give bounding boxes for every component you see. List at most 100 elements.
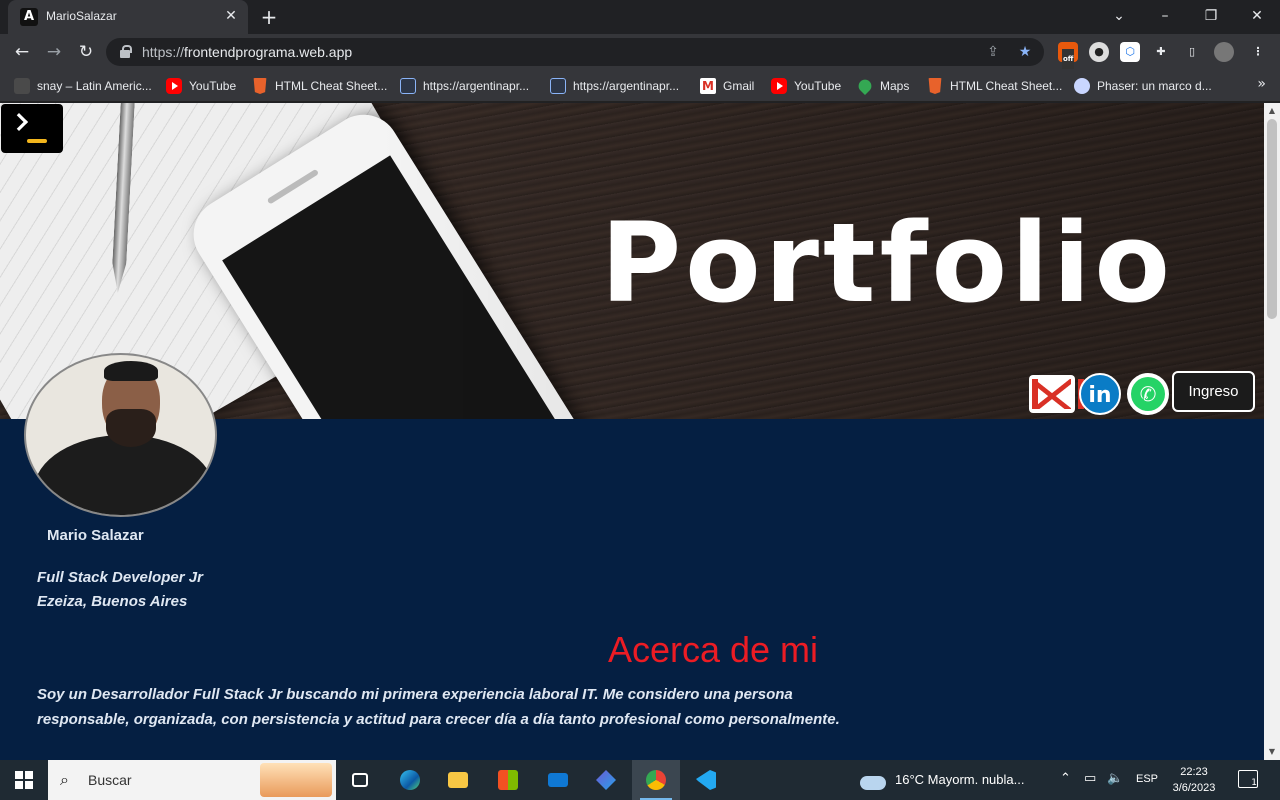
start-button[interactable] bbox=[0, 760, 48, 800]
file-explorer-icon[interactable] bbox=[434, 760, 482, 800]
youtube-icon bbox=[771, 78, 787, 94]
menu-dots-icon[interactable]: ⋮ bbox=[1248, 42, 1268, 62]
profile-avatar-icon[interactable] bbox=[1214, 42, 1234, 62]
microsoft-store-icon[interactable] bbox=[484, 760, 532, 800]
terminal-logo-icon[interactable] bbox=[1, 104, 63, 153]
bookmark-item[interactable]: snay – Latin Americ... bbox=[14, 76, 152, 96]
extension-circle-icon[interactable]: ● bbox=[1089, 42, 1109, 62]
whatsapp-icon[interactable] bbox=[1127, 373, 1169, 415]
avatar-body bbox=[34, 435, 214, 515]
html5-icon bbox=[253, 78, 267, 94]
bookmarks-bar: snay – Latin Americ... YouTube HTML Chea… bbox=[0, 70, 1280, 102]
about-text: Soy un Desarrollador Full Stack Jr busca… bbox=[37, 686, 840, 728]
bookmark-star-icon[interactable]: ★ bbox=[1016, 43, 1034, 61]
more-bookmarks-icon[interactable]: » bbox=[1257, 76, 1266, 92]
mail-icon[interactable] bbox=[534, 760, 582, 800]
extensions-puzzle-icon[interactable]: ✚ bbox=[1151, 42, 1171, 62]
profile-role: Full Stack Developer Jr bbox=[37, 569, 203, 586]
bookmark-item[interactable]: YouTube bbox=[166, 76, 236, 96]
bookmark-item[interactable]: HTML Cheat Sheet... bbox=[927, 76, 1062, 96]
search-icon: ⌕ bbox=[60, 770, 69, 789]
angular-favicon-icon: A bbox=[20, 8, 38, 26]
bookmark-item[interactable]: Phaser: un marco d... bbox=[1074, 76, 1212, 96]
gmail-icon bbox=[700, 78, 716, 94]
profile-details: Full Stack Developer Jr Ezeiza, Buenos A… bbox=[37, 566, 203, 614]
hero-title: Portfolio bbox=[600, 199, 1174, 327]
phaser-icon bbox=[1074, 78, 1090, 94]
windows-logo-tile bbox=[25, 771, 33, 779]
browser-tab-strip: A MarioSalazar ✕ + ⌄ – ❐ ✕ bbox=[0, 0, 1280, 34]
url-text[interactable]: https://frontendprograma.web.app bbox=[142, 44, 352, 60]
pen-image bbox=[111, 103, 135, 293]
chrome-icon[interactable] bbox=[632, 760, 680, 800]
scroll-up-arrow-icon[interactable]: ▲ bbox=[1264, 103, 1280, 119]
notifications-icon[interactable]: 1 bbox=[1238, 770, 1258, 788]
gmail-icon[interactable] bbox=[1029, 375, 1084, 413]
weather-text[interactable]: 16°C Mayorm. nubla... bbox=[895, 772, 1024, 787]
share-icon[interactable]: ⇪ bbox=[984, 43, 1002, 61]
back-arrow-icon[interactable]: ← bbox=[10, 40, 34, 64]
notification-count: 1 bbox=[1251, 778, 1257, 788]
search-highlight-image bbox=[260, 763, 332, 797]
profile-location: Ezeiza, Buenos Aires bbox=[37, 593, 188, 610]
bookmark-item[interactable]: YouTube bbox=[771, 76, 841, 96]
clock-time: 22:23 bbox=[1180, 766, 1208, 778]
lock-icon[interactable] bbox=[120, 45, 132, 58]
windows-logo-tile bbox=[15, 771, 23, 779]
youtube-icon bbox=[166, 78, 182, 94]
reload-icon[interactable]: ↻ bbox=[74, 40, 98, 64]
windows-taskbar: ⌕ Buscar 16°C Mayorm. nubla... ⌃ ▭ 🔈 ESP… bbox=[0, 760, 1280, 800]
snay-icon bbox=[14, 78, 30, 94]
maps-icon bbox=[855, 76, 875, 96]
web-page: Portfolio in Ingreso Mario Salazar Full … bbox=[0, 103, 1264, 760]
browser-toolbar: ← → ↻ https://frontendprograma.web.app ⇪… bbox=[0, 34, 1280, 70]
bookmark-item[interactable]: Gmail bbox=[700, 76, 754, 96]
prompt-cursor bbox=[27, 139, 47, 143]
bookmark-item[interactable]: HTML Cheat Sheet... bbox=[252, 76, 387, 96]
phone-speaker bbox=[266, 168, 320, 205]
network-icon[interactable]: ▭ bbox=[1084, 771, 1096, 786]
bookmark-item[interactable]: https://argentinapr... bbox=[400, 76, 529, 96]
html5-icon bbox=[928, 78, 942, 94]
vscode-icon[interactable] bbox=[682, 760, 730, 800]
notebook-clip-image bbox=[213, 188, 271, 240]
side-panel-icon[interactable]: ▯ bbox=[1182, 42, 1202, 62]
language-indicator[interactable]: ESP bbox=[1136, 773, 1158, 785]
windows-logo-tile bbox=[25, 781, 33, 789]
hero-banner: Portfolio bbox=[0, 103, 1264, 419]
address-bar[interactable]: https://frontendprograma.web.app ⇪ ★ bbox=[106, 38, 1044, 66]
minimize-button[interactable]: – bbox=[1142, 0, 1188, 32]
bookmark-item[interactable]: https://argentinapr... bbox=[550, 76, 679, 96]
login-button[interactable]: Ingreso bbox=[1172, 371, 1255, 412]
weather-icon[interactable] bbox=[860, 770, 888, 790]
volume-icon[interactable]: 🔈 bbox=[1107, 771, 1123, 786]
task-view-icon[interactable] bbox=[336, 760, 384, 800]
search-placeholder: Buscar bbox=[88, 772, 132, 788]
close-tab-icon[interactable]: ✕ bbox=[222, 7, 240, 25]
clock[interactable]: 22:23 3/6/2023 bbox=[1166, 764, 1222, 796]
phone-image bbox=[180, 103, 603, 419]
site-icon bbox=[400, 78, 416, 94]
tab-title: MarioSalazar bbox=[46, 9, 117, 23]
profile-name: Mario Salazar bbox=[47, 527, 144, 544]
browser-tab[interactable]: A MarioSalazar ✕ bbox=[8, 0, 248, 34]
linkedin-icon[interactable]: in bbox=[1079, 373, 1121, 415]
tray-chevron-up-icon[interactable]: ⌃ bbox=[1060, 771, 1071, 786]
page-scrollbar[interactable]: ▲ ▼ bbox=[1264, 103, 1280, 760]
avatar-hair bbox=[104, 361, 158, 381]
new-tab-button[interactable]: + bbox=[258, 6, 280, 28]
forward-arrow-icon[interactable]: → bbox=[42, 40, 66, 64]
close-window-button[interactable]: ✕ bbox=[1234, 0, 1280, 32]
scroll-thumb[interactable] bbox=[1267, 119, 1277, 319]
edge-icon[interactable] bbox=[386, 760, 434, 800]
prompt-chevron bbox=[9, 112, 29, 132]
extension-off-icon[interactable]: off bbox=[1058, 42, 1078, 69]
tab-search-icon[interactable]: ⌄ bbox=[1096, 0, 1142, 32]
extension-shield-icon[interactable]: ⬡ bbox=[1120, 42, 1140, 62]
taskbar-search[interactable]: ⌕ Buscar bbox=[48, 760, 336, 800]
windows-logo-tile bbox=[15, 781, 23, 789]
copilot-icon[interactable] bbox=[582, 760, 630, 800]
bookmark-item[interactable]: Maps bbox=[855, 76, 909, 96]
restore-button[interactable]: ❐ bbox=[1188, 0, 1234, 32]
scroll-down-arrow-icon[interactable]: ▼ bbox=[1264, 744, 1280, 760]
